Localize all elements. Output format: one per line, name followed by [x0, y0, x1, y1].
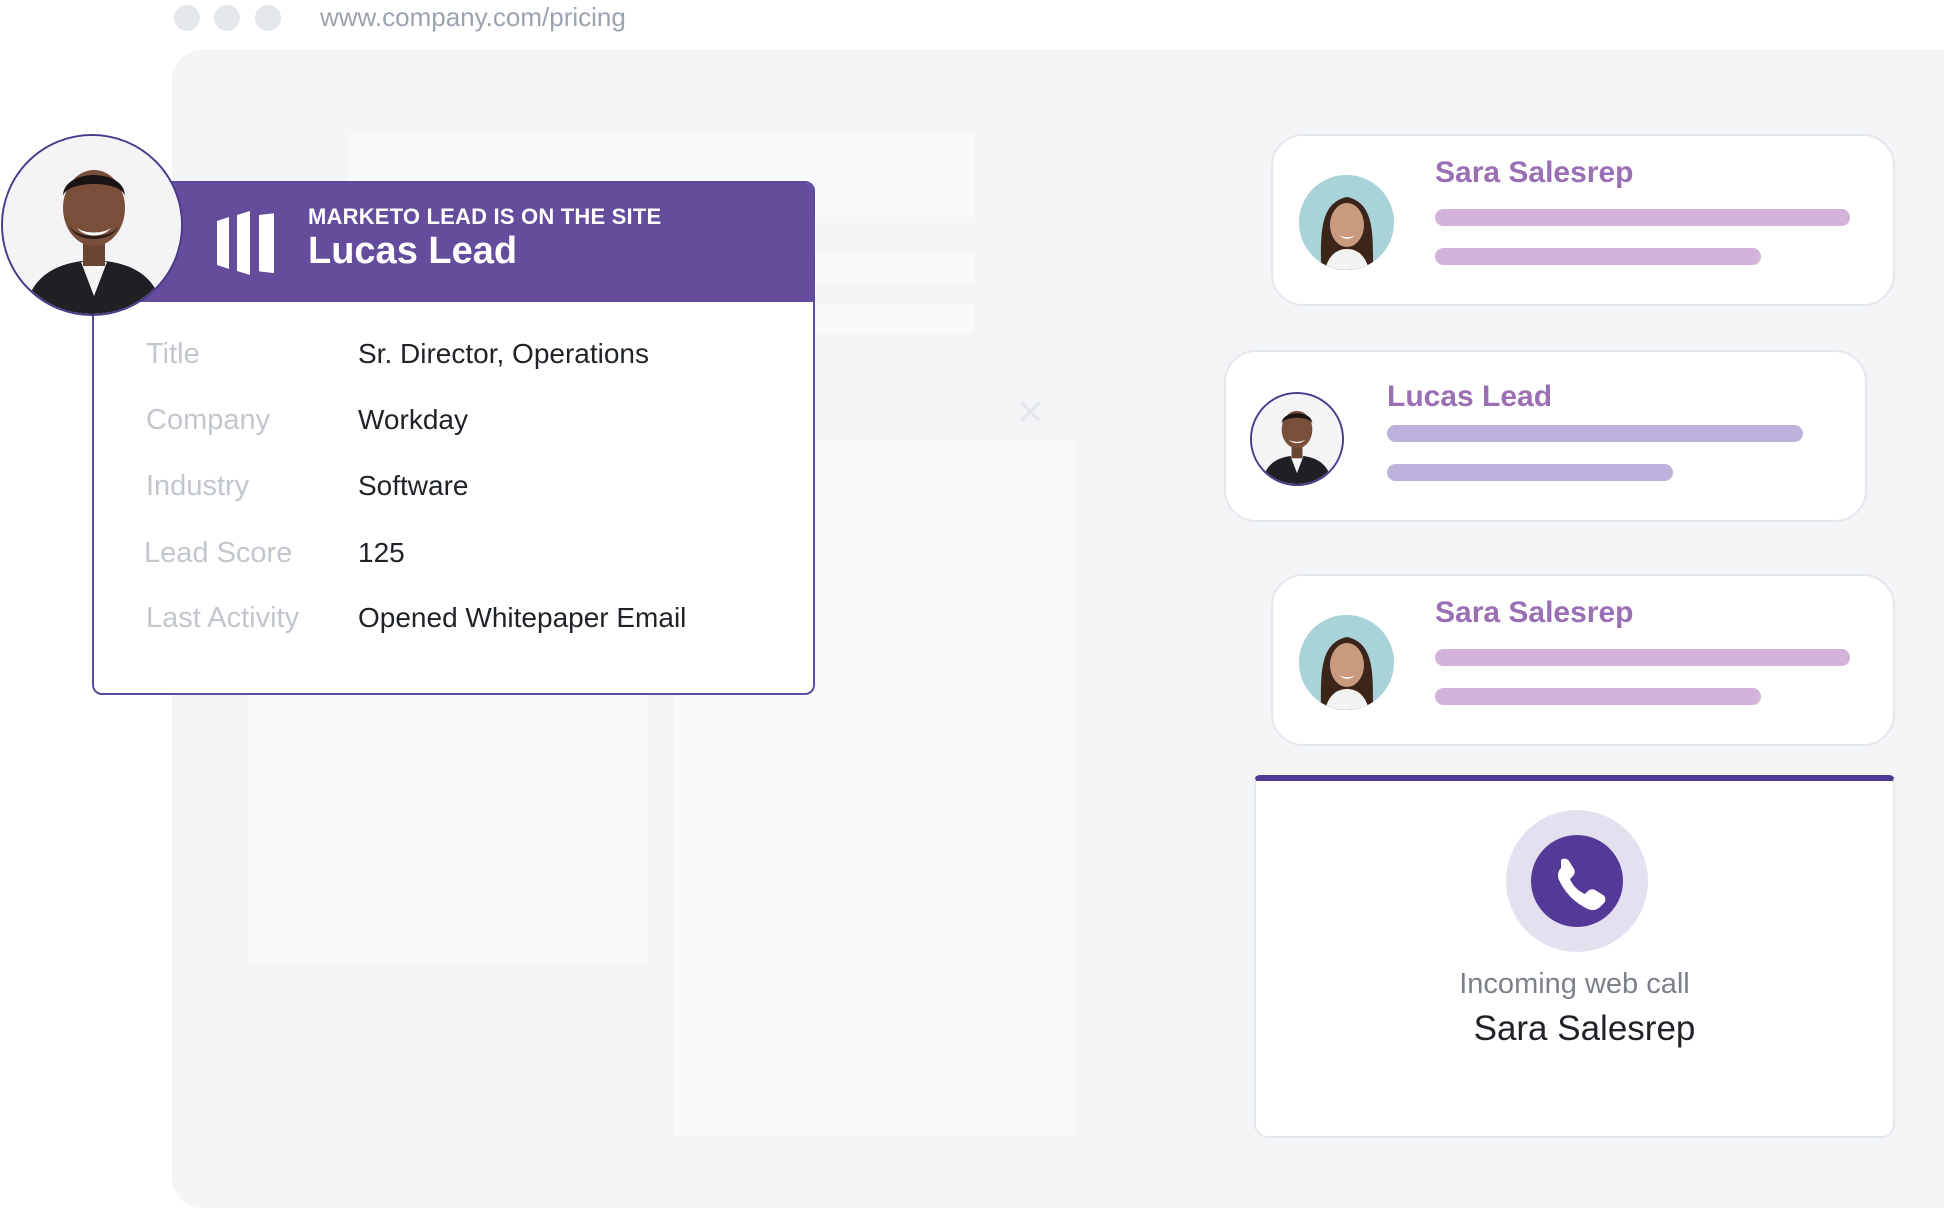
chat-card[interactable]: Sara Salesrep: [1271, 574, 1895, 746]
message-placeholder-bar: [1435, 649, 1850, 666]
close-icon: ✕: [1016, 394, 1045, 432]
lead-field-value: 125: [358, 537, 405, 568]
message-placeholder-bar: [1435, 688, 1761, 705]
message-placeholder-bar: [1387, 425, 1803, 442]
marketo-logo-icon: [217, 211, 274, 275]
lead-name: Lucas Lead: [308, 230, 518, 272]
lead-card-header: MARKETO LEAD IS ON THE SITE Lucas Lead: [94, 183, 813, 302]
message-placeholder-bar: [1435, 209, 1850, 226]
chat-card[interactable]: Lucas Lead: [1224, 350, 1867, 522]
lead-field-value: Workday: [358, 404, 468, 435]
address-bar[interactable]: www.company.com/pricing: [320, 0, 626, 34]
lead-field-value: Opened Whitepaper Email: [358, 602, 687, 633]
lead-field-label: Industry: [146, 470, 250, 502]
chat-avatar: [1299, 615, 1394, 710]
chat-sender-name: Lucas Lead: [1387, 380, 1553, 413]
lead-card-kicker: MARKETO LEAD IS ON THE SITE: [308, 204, 662, 229]
man-portrait-icon: [1252, 394, 1342, 484]
chat-card[interactable]: Sara Salesrep: [1271, 134, 1895, 306]
lead-avatar: [1, 134, 183, 316]
lead-field-value: Sr. Director, Operations: [358, 338, 650, 369]
message-placeholder-bar: [1435, 248, 1761, 265]
lead-field-row: Company Workday: [94, 404, 813, 444]
page: www.company.com/pricing ✕ MARKETO LEAD I…: [0, 0, 1944, 1209]
woman-portrait-icon: [1299, 615, 1394, 710]
chat-sender-name: Sara Salesrep: [1435, 156, 1634, 189]
lead-field-label: Lead Score: [144, 537, 293, 569]
window-dot-minimize[interactable]: [214, 5, 240, 31]
window-dot-maximize[interactable]: [255, 5, 281, 31]
lead-field-label: Last Activity: [146, 602, 300, 634]
call-button-ring: [1506, 810, 1648, 952]
chat-avatar: [1250, 392, 1344, 486]
call-status-label: Incoming web call: [1459, 968, 1690, 1000]
lead-field-row: Industry Software: [94, 470, 813, 510]
lead-field-label: Company: [146, 404, 271, 436]
woman-portrait-icon: [1299, 175, 1394, 270]
marketo-lead-card: MARKETO LEAD IS ON THE SITE Lucas Lead T…: [92, 181, 815, 695]
lead-field-value: Software: [358, 470, 469, 501]
window-dot-close[interactable]: [174, 5, 200, 31]
incoming-call-card: Incoming web call Sara Salesrep: [1254, 775, 1895, 1138]
chat-sender-name: Sara Salesrep: [1435, 596, 1634, 629]
phone-icon: [1557, 858, 1606, 911]
caller-name: Sara Salesrep: [1473, 1009, 1696, 1048]
message-placeholder-bar: [1387, 464, 1673, 481]
answer-call-button[interactable]: [1531, 835, 1623, 927]
man-portrait-icon: [3, 136, 181, 314]
lead-field-row: Title Sr. Director, Operations: [94, 338, 813, 378]
lead-field-row: Lead Score 125: [94, 537, 813, 577]
lead-field-label: Title: [146, 338, 200, 370]
chat-avatar: [1299, 175, 1394, 270]
lead-field-row: Last Activity Opened Whitepaper Email: [94, 602, 813, 642]
